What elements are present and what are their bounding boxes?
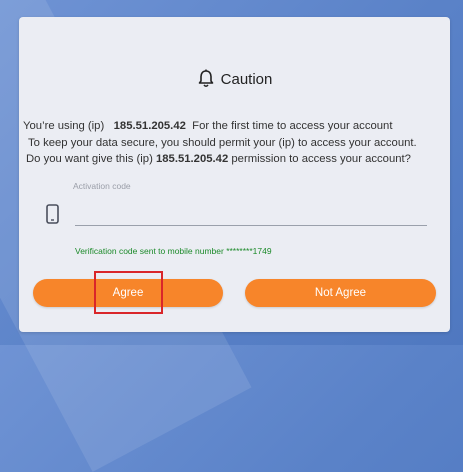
ip-address-repeat: 185.51.205.42 — [155, 153, 229, 165]
message-line-1-suffix: For the first time to access your accoun… — [192, 120, 393, 132]
message-line-3-prefix: Do you want give this (ip) — [26, 153, 153, 165]
message-line-3: Do you want give this (ip) 185.51.205.42… — [26, 153, 450, 165]
dialog-title: Caution — [220, 70, 273, 88]
activation-code-label: Activation code — [73, 181, 131, 191]
mobile-phone-icon — [46, 204, 59, 224]
caution-dialog: Caution You’re using (ip) 185.51.205.42 … — [19, 17, 450, 332]
message-line-3-suffix: permission to access your account? — [231, 153, 411, 165]
activation-code-input[interactable] — [75, 207, 427, 226]
verification-message: Verification code sent to mobile number … — [75, 246, 272, 256]
message-line-2: To keep your data secure, you should per… — [28, 137, 417, 149]
dialog-header: Caution — [19, 69, 450, 89]
message-line-1-prefix: You’re using (ip) — [23, 120, 105, 132]
agree-button[interactable]: Agree — [33, 279, 223, 307]
bell-icon — [198, 69, 213, 87]
message-line-1: You’re using (ip) 185.51.205.42 For the … — [23, 120, 450, 132]
not-agree-button[interactable]: Not Agree — [245, 279, 436, 307]
ip-address: 185.51.205.42 — [113, 120, 186, 132]
